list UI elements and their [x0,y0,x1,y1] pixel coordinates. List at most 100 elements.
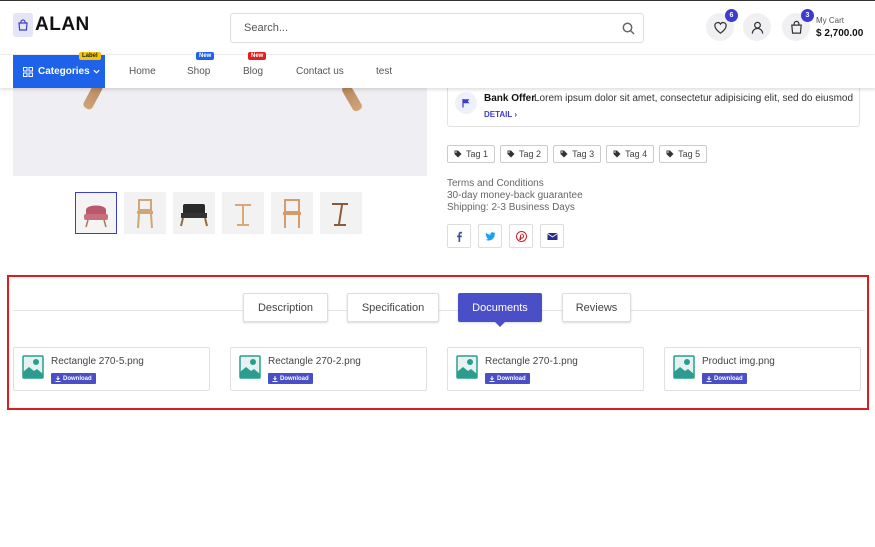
thumbnail-wood-stool[interactable] [271,192,313,234]
tag-item[interactable]: Tag 5 [659,145,708,163]
download-icon [272,375,278,382]
shipping-text: Shipping: 2-3 Business Days [447,202,575,213]
cart-label: My Cart [816,16,844,25]
main-nav: Categories Label Home Shop New Blog New … [0,52,875,88]
nav-item-test[interactable]: test [376,66,392,77]
nav-item-contact[interactable]: Contact us [296,66,344,77]
tag-icon [666,150,674,158]
cart-total: $ 2,700.00 [816,28,864,39]
tag-label: Tag 2 [519,149,542,159]
tag-icon [454,150,462,158]
document-name: Rectangle 270-1.png [485,356,578,367]
nav-item-shop[interactable]: Shop New [187,52,215,77]
tag-label: Tag 5 [678,149,701,159]
tab-specification[interactable]: Specification [347,293,439,322]
bag-icon [13,13,33,37]
facebook-icon [456,231,462,242]
download-label: Download [714,375,743,382]
chair-leg [82,88,104,111]
offer-detail-label: DETAIL [484,110,513,119]
download-icon [55,375,61,382]
thumbnail-black-lounge-chair[interactable] [173,192,215,234]
download-button[interactable]: Download [702,373,747,384]
download-icon [489,375,495,382]
tag-list: Tag 1 Tag 2 Tag 3 Tag 4 Tag 5 [447,145,708,163]
document-item: Product img.png Download [664,347,861,391]
document-name: Rectangle 270-5.png [51,356,144,367]
document-name: Rectangle 270-2.png [268,356,361,367]
categories-label-badge: Label [79,52,101,60]
user-icon [751,21,763,34]
tag-item[interactable]: Tag 3 [553,145,602,163]
tag-item[interactable]: Tag 1 [447,145,496,163]
tag-item[interactable]: Tag 4 [606,145,655,163]
download-icon [706,375,712,382]
twitter-icon [485,231,495,240]
thumbnail-pink-armchair[interactable] [75,192,117,234]
nav-item-home[interactable]: Home [129,66,156,77]
nav-item-blog[interactable]: Blog New [243,52,267,77]
product-main-image[interactable] [13,88,427,176]
share-facebook-button[interactable] [447,224,471,248]
thumbnail-side-table[interactable] [222,192,264,234]
share-twitter-button[interactable] [478,224,502,248]
flag-icon [455,92,477,114]
pinterest-icon [515,230,527,242]
download-button[interactable]: Download [485,373,530,384]
tabs-divider [13,310,865,311]
nav-item-label: Blog [243,66,264,77]
offer-title: Bank Offer [484,93,536,104]
cart-bag-icon [790,20,802,34]
download-button[interactable]: Download [51,373,96,384]
categories-label: Categories [38,66,90,77]
tag-item[interactable]: Tag 2 [500,145,549,163]
terms-link[interactable]: Terms and Conditions [447,178,583,190]
wishlist-count-badge: 6 [725,9,738,22]
chevron-down-icon [93,69,100,74]
cart-count-badge: 3 [801,9,814,22]
tag-label: Tag 4 [625,149,648,159]
download-label: Download [497,375,526,382]
chair-leg [340,88,364,113]
nav-item-label: Shop [187,66,211,77]
tag-icon [613,150,621,158]
document-name: Product img.png [702,356,775,367]
offer-text: Lorem ipsum dolor sit amet, consectetur … [534,93,854,104]
share-email-button[interactable] [540,224,564,248]
document-item: Rectangle 270-2.png Download [230,347,427,391]
download-label: Download [63,375,92,382]
search-input[interactable] [231,14,611,42]
new-badge: New [248,52,267,60]
tab-documents[interactable]: Documents [458,293,542,327]
grid-icon [23,66,33,77]
image-file-icon [22,355,44,379]
thumbnail-pedestal-table[interactable] [320,192,362,234]
policy-info: Terms and Conditions 30-day money-back g… [447,178,583,214]
image-file-icon [239,355,261,379]
document-item: Rectangle 270-5.png Download [13,347,210,391]
account-button[interactable] [743,13,771,41]
product-thumbnails [75,192,362,234]
guarantee-text: 30-day money-back guarantee [447,190,583,201]
offer-detail-link[interactable]: DETAIL › [484,110,517,119]
tag-icon [560,150,568,158]
tab-description[interactable]: Description [243,293,328,322]
share-pinterest-button[interactable] [509,224,533,248]
envelope-icon [546,232,558,240]
image-file-icon [673,355,695,379]
search-icon[interactable] [622,22,635,35]
cart-button[interactable]: 3 [782,9,814,41]
heart-icon [713,21,727,34]
social-share [447,224,564,248]
thumbnail-wood-chair[interactable] [124,192,166,234]
product-tabs-section: Description Specification Documents Revi… [7,275,869,410]
cart-summary[interactable]: My Cart $ 2,700.00 [816,16,863,39]
logo[interactable]: ALAN [13,13,90,37]
download-label: Download [280,375,309,382]
tag-icon [507,150,515,158]
download-button[interactable]: Download [268,373,313,384]
wishlist-button[interactable]: 6 [706,9,738,41]
image-file-icon [456,355,478,379]
logo-text: ALAN [35,14,90,35]
tab-reviews[interactable]: Reviews [562,293,631,322]
